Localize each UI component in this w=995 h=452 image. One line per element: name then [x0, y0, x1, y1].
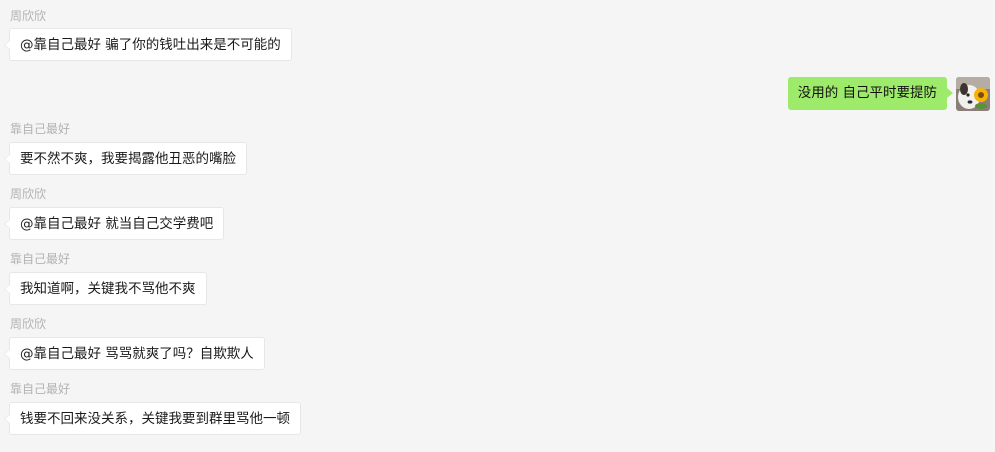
sender-name: 靠自己最好: [10, 382, 71, 396]
message-bubble-incoming[interactable]: 我知道啊，关键我不骂他不爽: [4, 272, 207, 305]
message-bubble-incoming[interactable]: @靠自己最好 骂骂就爽了吗？自欺欺人: [4, 337, 265, 370]
sender-name: 周欣欣: [10, 187, 47, 201]
message-bubble-incoming[interactable]: @靠自己最好 骗了你的钱吐出来是不可能的: [4, 28, 292, 61]
sender-name: 周欣欣: [10, 9, 47, 23]
sender-name: 周欣欣: [10, 317, 47, 331]
dog-with-sunflower-avatar-icon: [956, 77, 990, 111]
message-bubble-incoming[interactable]: @靠自己最好 就当自己交学费吧: [3, 207, 225, 240]
sender-name: 靠自己最好: [10, 252, 71, 266]
message-bubble-incoming[interactable]: 钱要不回来没关系，关键我要到群里骂他一顿: [4, 402, 301, 435]
sender-name: 靠自己最好: [10, 122, 71, 136]
message-bubble-incoming[interactable]: 要不然不爽，我要揭露他丑恶的嘴脸: [4, 142, 247, 175]
user-avatar[interactable]: [956, 77, 990, 111]
message-bubble-outgoing[interactable]: 没用的 自己平时要提防: [787, 77, 954, 110]
